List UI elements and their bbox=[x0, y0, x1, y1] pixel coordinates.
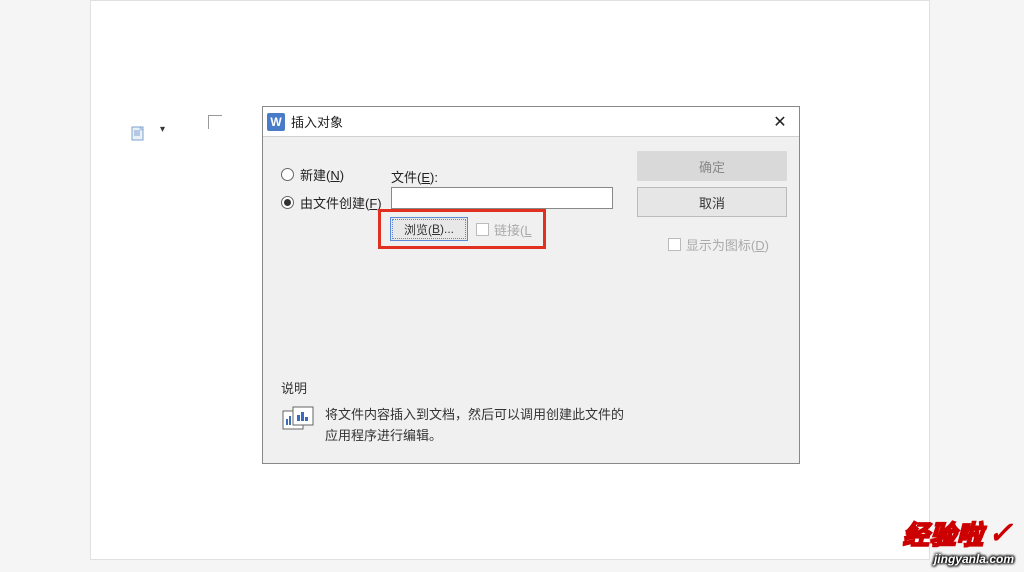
description-heading: 说明 bbox=[281, 378, 631, 397]
file-input[interactable] bbox=[391, 187, 613, 209]
insert-file-icon bbox=[281, 405, 317, 433]
description-text: 将文件内容插入到文档，然后可以调用创建此文件的应用程序进行编辑。 bbox=[325, 405, 631, 447]
app-icon: W bbox=[267, 113, 285, 131]
radio-circle-icon bbox=[281, 168, 294, 181]
radio-label: 新建(N) bbox=[300, 165, 344, 184]
radio-circle-icon bbox=[281, 196, 294, 209]
browse-button[interactable]: 浏览(B)... bbox=[390, 217, 468, 241]
show-as-icon-label: 显示为图标(D) bbox=[686, 235, 769, 254]
ok-button[interactable]: 确定 bbox=[637, 151, 787, 181]
radio-from-file[interactable]: 由文件创建(F) bbox=[281, 190, 382, 214]
watermark-text: 经验啦 bbox=[903, 515, 984, 552]
dropdown-caret-icon: ▾ bbox=[160, 124, 165, 135]
close-icon[interactable]: ✕ bbox=[765, 108, 795, 136]
link-checkbox: 链接(L bbox=[476, 220, 532, 239]
file-label: 文件(E): bbox=[391, 167, 438, 186]
description-section: 说明 将文件内容插入到文档，然后可以调用创建此文件的应用程序进行编辑。 bbox=[281, 378, 631, 447]
cancel-button[interactable]: 取消 bbox=[637, 187, 787, 217]
dialog-titlebar: W 插入对象 ✕ bbox=[263, 107, 799, 137]
show-as-icon-checkbox: 显示为图标(D) bbox=[668, 235, 769, 254]
dialog-body: 新建(N) 由文件创建(F) 文件(E): 确定 取消 浏览(B)... 链接(… bbox=[263, 137, 799, 463]
dialog-title: 插入对象 bbox=[291, 112, 343, 131]
link-label: 链接(L bbox=[494, 220, 532, 239]
insert-object-dialog: W 插入对象 ✕ 新建(N) 由文件创建(F) 文件(E): 确定 取消 浏览(… bbox=[262, 106, 800, 464]
document-icon bbox=[131, 126, 145, 141]
radio-new[interactable]: 新建(N) bbox=[281, 162, 382, 186]
checkbox-icon bbox=[476, 223, 489, 236]
radio-label: 由文件创建(F) bbox=[300, 193, 382, 212]
watermark: 经验啦 ✓ jingyanla.com bbox=[903, 515, 1014, 566]
checkbox-icon bbox=[668, 238, 681, 251]
checkmark-icon: ✓ bbox=[988, 516, 1014, 551]
create-mode-group: 新建(N) 由文件创建(F) bbox=[281, 162, 382, 218]
page-corner-marker bbox=[208, 115, 222, 129]
watermark-url: jingyanla.com bbox=[903, 552, 1014, 566]
